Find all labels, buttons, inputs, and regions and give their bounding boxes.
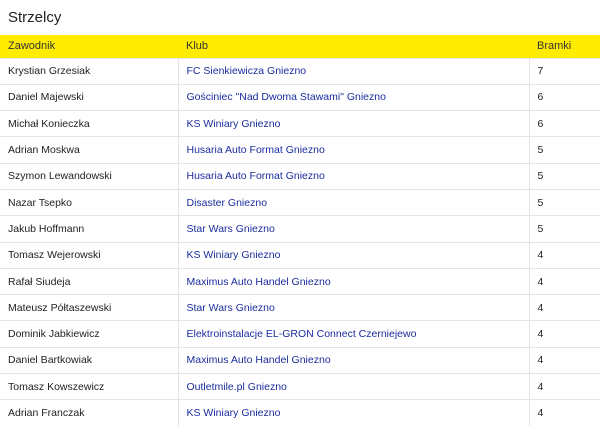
club-link[interactable]: Outletmile.pl Gniezno (187, 381, 287, 393)
club-cell: Maximus Auto Handel Gniezno (177, 346, 529, 374)
player-name: Dominik Jabkiewicz (0, 320, 178, 348)
goals-count: 6 (528, 83, 600, 111)
table-body: Krystian Grzesiak FC Sienkiewicza Gniezn… (0, 57, 600, 427)
scorers-table: Zawodnik Klub Bramki Krystian Grzesiak F… (0, 35, 600, 427)
table-row: Szymon Lewandowski Husaria Auto Format G… (0, 162, 600, 190)
table-row: Dominik Jabkiewicz Elektroinstalacje EL-… (0, 320, 600, 348)
goals-count: 4 (528, 373, 600, 400)
club-cell: Husaria Auto Format Gniezno (177, 162, 529, 190)
player-name: Rafał Siudeja (0, 267, 178, 295)
table-row: Krystian Grzesiak FC Sienkiewicza Gniezn… (0, 57, 600, 85)
table-row: Adrian Franczak KS Winiary Gniezno 4 (0, 399, 600, 427)
goals-count: 5 (528, 162, 600, 190)
table-header: Zawodnik Klub Bramki (0, 35, 600, 58)
club-link[interactable]: Maximus Auto Handel Gniezno (187, 276, 331, 288)
table-row: Michał Konieczka KS Winiary Gniezno 6 (0, 110, 600, 137)
player-name: Daniel Majewski (0, 83, 178, 111)
player-name: Adrian Franczak (0, 399, 178, 427)
club-link[interactable]: Husaria Auto Format Gniezno (187, 144, 325, 156)
scorers-panel: Strzelcy Zawodnik Klub Bramki Krystian G… (0, 0, 600, 429)
club-cell: Star Wars Gniezno (177, 294, 529, 321)
goals-count: 4 (528, 320, 600, 348)
club-link[interactable]: Star Wars Gniezno (187, 302, 275, 314)
goals-count: 4 (528, 294, 600, 321)
goals-count: 5 (528, 188, 600, 216)
goals-count: 4 (528, 267, 600, 295)
player-name: Mateusz Półtaszewski (0, 294, 178, 321)
club-cell: Elektroinstalacje EL-GRON Connect Czerni… (177, 320, 529, 348)
goals-count: 4 (528, 241, 600, 269)
goals-count: 6 (528, 110, 600, 137)
goals-count: 5 (528, 136, 600, 164)
table-row: Jakub Hoffmann Star Wars Gniezno 5 (0, 215, 600, 243)
club-link[interactable]: KS Winiary Gniezno (187, 249, 281, 261)
club-link[interactable]: Gościniec "Nad Dwoma Stawami" Gniezno (187, 91, 386, 103)
club-link[interactable]: Disaster Gniezno (187, 197, 268, 209)
club-cell: Disaster Gniezno (177, 188, 529, 216)
club-cell: KS Winiary Gniezno (177, 399, 529, 427)
table-row: Daniel Majewski Gościniec "Nad Dwoma Sta… (0, 83, 600, 111)
player-name: Szymon Lewandowski (0, 162, 178, 190)
club-link[interactable]: Husaria Auto Format Gniezno (187, 170, 325, 182)
club-link[interactable]: Maximus Auto Handel Gniezno (187, 354, 331, 366)
goals-count: 4 (528, 399, 600, 427)
goals-count: 4 (528, 346, 600, 374)
column-header-goals: Bramki (537, 40, 572, 53)
table-row: Tomasz Wejerowski KS Winiary Gniezno 4 (0, 241, 600, 269)
club-cell: Gościniec "Nad Dwoma Stawami" Gniezno (177, 83, 529, 111)
goals-count: 5 (528, 215, 600, 243)
player-name: Jakub Hoffmann (0, 215, 178, 243)
player-name: Michał Konieczka (0, 110, 178, 137)
club-cell: Maximus Auto Handel Gniezno (177, 267, 529, 295)
player-name: Adrian Moskwa (0, 136, 178, 164)
column-header-player: Zawodnik (8, 40, 56, 53)
club-cell: KS Winiary Gniezno (177, 241, 529, 269)
table-row: Adrian Moskwa Husaria Auto Format Gniezn… (0, 136, 600, 164)
table-row: Tomasz Kowszewicz Outletmile.pl Gniezno … (0, 373, 600, 400)
club-link[interactable]: KS Winiary Gniezno (187, 407, 281, 419)
player-name: Krystian Grzesiak (0, 57, 178, 85)
player-name: Tomasz Kowszewicz (0, 373, 178, 400)
player-name: Daniel Bartkowiak (0, 346, 178, 374)
club-cell: FC Sienkiewicza Gniezno (177, 57, 529, 85)
player-name: Tomasz Wejerowski (0, 241, 178, 269)
column-header-club: Klub (186, 40, 209, 53)
club-cell: KS Winiary Gniezno (177, 110, 529, 137)
club-link[interactable]: Star Wars Gniezno (187, 223, 275, 235)
table-row: Mateusz Półtaszewski Star Wars Gniezno 4 (0, 294, 600, 321)
table-row: Daniel Bartkowiak Maximus Auto Handel Gn… (0, 346, 600, 374)
club-link[interactable]: Elektroinstalacje EL-GRON Connect Czerni… (187, 328, 417, 340)
table-header-row: Zawodnik Klub Bramki (0, 35, 600, 58)
club-link[interactable]: FC Sienkiewicza Gniezno (187, 65, 307, 77)
club-cell: Husaria Auto Format Gniezno (177, 136, 529, 164)
club-cell: Outletmile.pl Gniezno (177, 373, 529, 400)
table-row: Nazar Tsepko Disaster Gniezno 5 (0, 188, 600, 216)
player-name: Nazar Tsepko (0, 188, 178, 216)
panel-title: Strzelcy (0, 0, 600, 35)
goals-count: 7 (528, 57, 600, 85)
club-link[interactable]: KS Winiary Gniezno (187, 118, 281, 130)
table-row: Rafał Siudeja Maximus Auto Handel Gniezn… (0, 267, 600, 295)
club-cell: Star Wars Gniezno (177, 215, 529, 243)
